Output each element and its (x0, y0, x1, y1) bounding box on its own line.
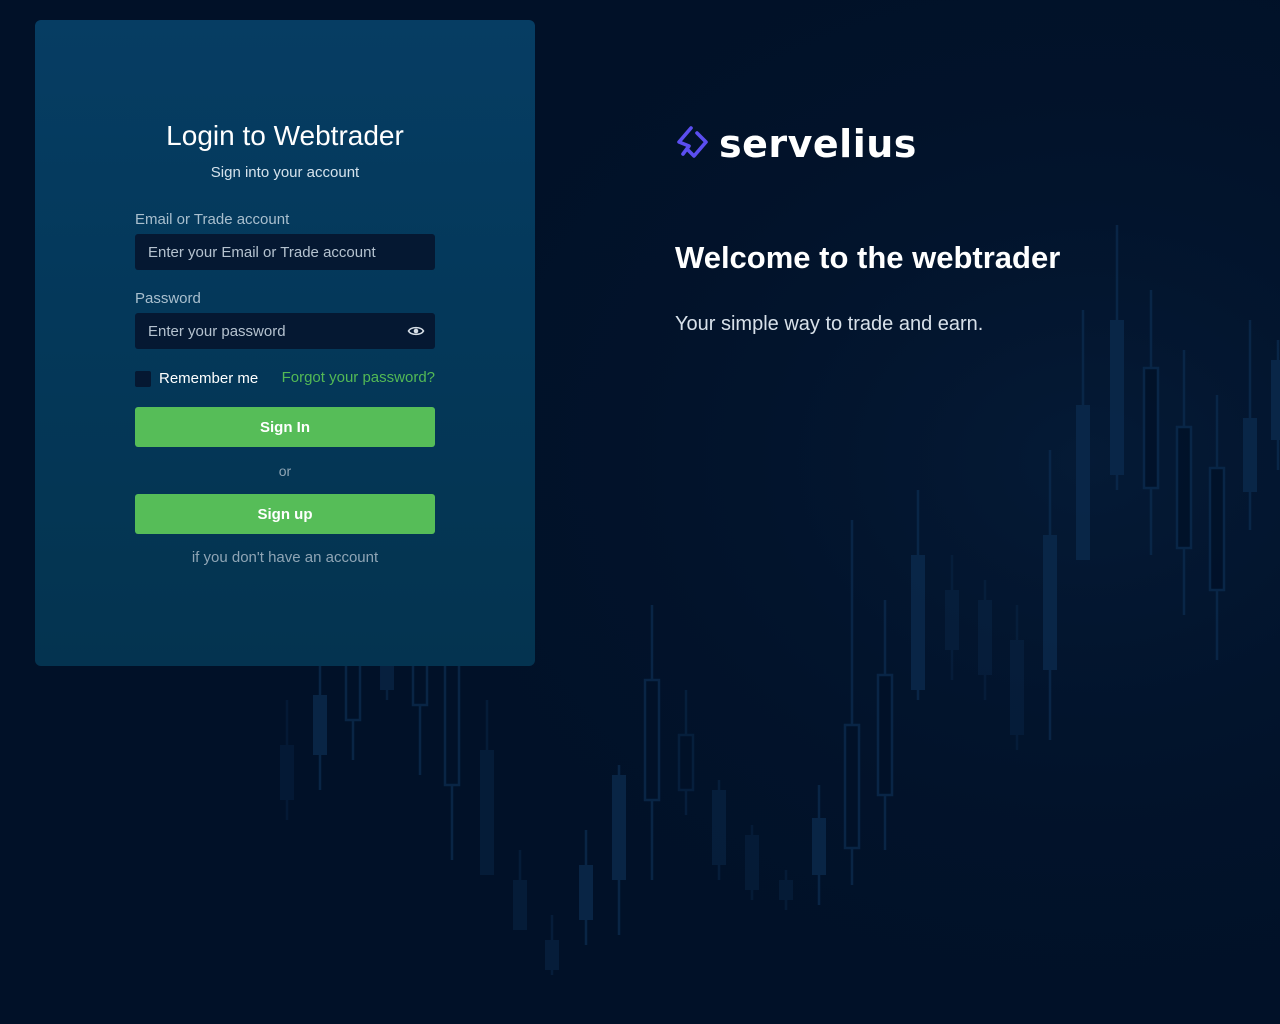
candle-body (1076, 405, 1090, 560)
or-separator: or (278, 463, 292, 479)
candle-body (712, 790, 726, 865)
sign-up-hint: if you don't have an account (191, 549, 379, 566)
remember-me-checkbox[interactable]: Remember me (135, 370, 258, 387)
candle-body (1243, 418, 1257, 492)
forgot-password-link[interactable]: Forgot your password? (282, 369, 435, 386)
sign-in-button[interactable]: Sign In (135, 407, 435, 447)
candle (745, 825, 759, 900)
candle-body (643, 678, 661, 802)
candle-body (911, 555, 925, 690)
candle-body (513, 880, 527, 930)
candle-body (1010, 640, 1024, 735)
candle-body (812, 818, 826, 875)
candle-body (1175, 425, 1193, 550)
candle (712, 780, 726, 880)
candle-body (1208, 466, 1226, 592)
email-field-box (135, 234, 435, 270)
candle-body (745, 835, 759, 890)
page-subtitle: Sign into your account (210, 164, 360, 181)
candle-body (443, 658, 461, 787)
password-field-box (135, 313, 435, 349)
login-card: Login to Webtrader Sign into your accoun… (35, 20, 535, 666)
remember-me-label: Remember me (159, 370, 259, 387)
checkbox-box[interactable] (135, 370, 151, 387)
servelius-logo-icon (677, 126, 708, 158)
candle-body (779, 880, 793, 900)
password-field[interactable] (135, 313, 435, 349)
candle-body (1043, 535, 1057, 670)
candle-body (480, 750, 494, 875)
candle-body (978, 600, 992, 675)
welcome-subtitle: Your simple way to trade and earn. (675, 313, 984, 335)
candle-body (545, 940, 559, 970)
candle-body (1142, 366, 1160, 490)
email-label: Email or Trade account (135, 211, 290, 228)
candle-body (1110, 320, 1124, 475)
candle-body (876, 673, 894, 797)
brand: servelius (675, 124, 917, 164)
candle-body (313, 695, 327, 755)
candle-body (1271, 360, 1280, 440)
candle-body (945, 590, 959, 650)
candle-body (280, 745, 294, 800)
candle-body (579, 865, 593, 920)
eye-icon[interactable] (407, 323, 425, 339)
candle-body (843, 723, 861, 850)
email-field[interactable] (135, 234, 435, 270)
candle-body (612, 775, 626, 880)
page-title: Login to Webtrader (166, 120, 404, 151)
candle-body (677, 733, 695, 792)
password-label: Password (135, 290, 201, 307)
welcome-title: Welcome to the webtrader (675, 240, 1061, 275)
sign-up-button[interactable]: Sign up (135, 494, 435, 534)
brand-name: servelius (719, 122, 917, 166)
